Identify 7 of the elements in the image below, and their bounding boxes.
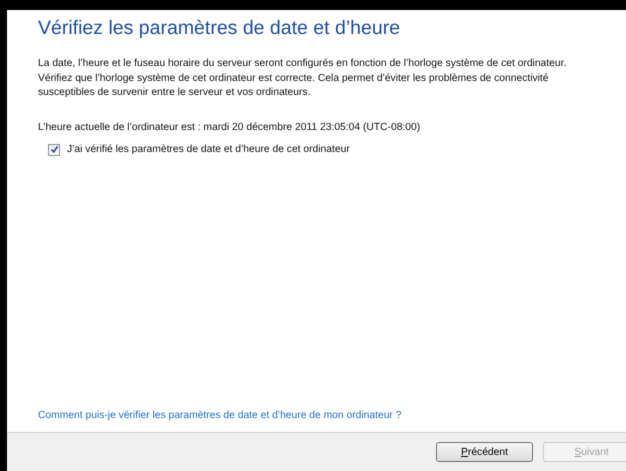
checkbox-label: J’ai vérifié les paramètres de date et d’heure de cet ordinateur bbox=[67, 144, 350, 155]
help-link[interactable]: Comment puis-je vérifier les paramètres de date et d’heure de mon ordinateur ? bbox=[38, 410, 402, 421]
description-text: La date, l’heure et le fuseau horaire du serveur seront configurés en fonction de l’horloge système de cet ordinateur. Vérifiez que l’horloge système de cet ordinateur est correcte. Cela permet d’éviter les problèmes de connectivité susceptibles de survenir entre le serveur et vos ordinateurs. bbox=[38, 57, 568, 100]
current-time-text: L’heure actuelle de l’ordinateur est : mardi 20 décembre 2011 23:05:04 (UTC-08:00) bbox=[38, 122, 422, 132]
page-title: Vérifiez les paramètres de date et d’heure bbox=[38, 16, 402, 41]
checkbox[interactable] bbox=[48, 144, 60, 156]
nav-button[interactable]: Précédent bbox=[436, 442, 533, 462]
